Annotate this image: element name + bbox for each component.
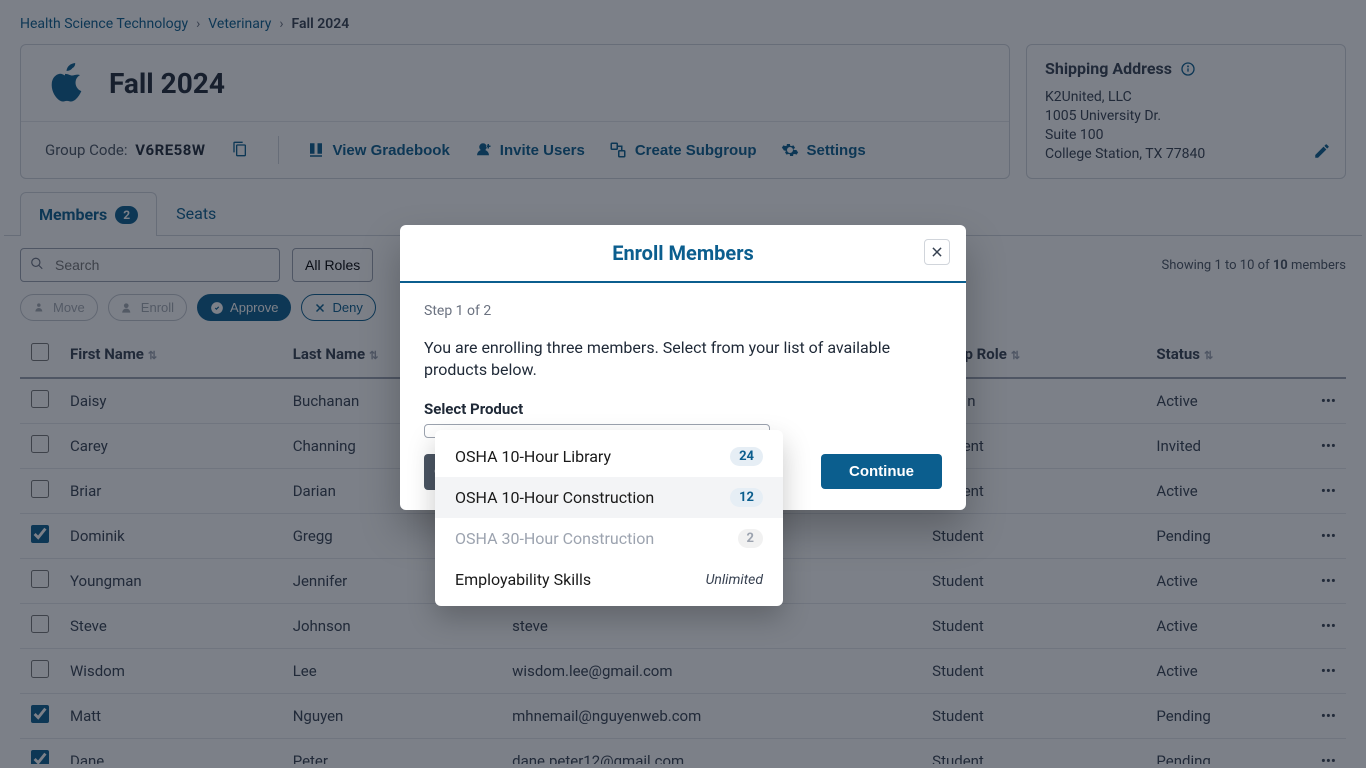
continue-button[interactable]: Continue: [821, 454, 942, 489]
modal-prompt: You are enrolling three members. Select …: [424, 337, 942, 382]
dropdown-item-label: OSHA 10-Hour Library: [455, 447, 611, 466]
dropdown-item-label: OSHA 30-Hour Construction: [455, 529, 654, 548]
dropdown-item[interactable]: OSHA 10-Hour Construction 12: [435, 477, 783, 518]
step-label: Step 1 of 2: [424, 303, 942, 319]
dropdown-item-badge: 24: [730, 447, 763, 466]
dropdown-item[interactable]: Employability Skills Unlimited: [435, 559, 783, 600]
dropdown-item: OSHA 30-Hour Construction 2: [435, 518, 783, 559]
close-icon[interactable]: [924, 239, 950, 265]
product-dropdown: OSHA 10-Hour Library 24 OSHA 10-Hour Const…: [435, 430, 783, 606]
modal-title: Enroll Members: [424, 241, 942, 265]
dropdown-item-badge: 2: [738, 529, 763, 548]
dropdown-item-badge: 12: [730, 488, 763, 507]
dropdown-item[interactable]: OSHA 10-Hour Library 24: [435, 436, 783, 477]
dropdown-item-unlimited: Unlimited: [706, 572, 763, 588]
dropdown-item-label: Employability Skills: [455, 570, 591, 589]
dropdown-item-label: OSHA 10-Hour Construction: [455, 488, 654, 507]
select-product-label: Select Product: [424, 400, 942, 418]
